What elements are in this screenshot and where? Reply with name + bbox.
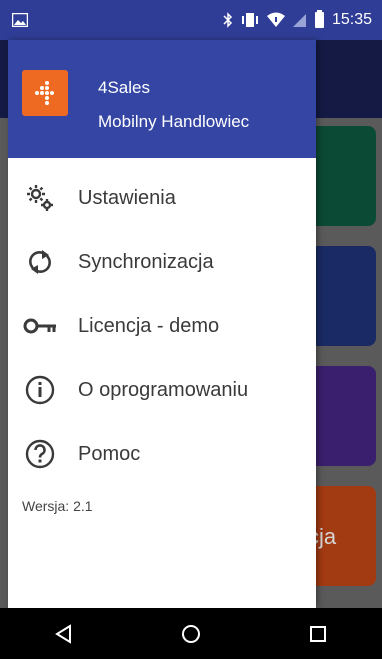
menu-item-sync[interactable]: Synchronizacja bbox=[8, 230, 316, 294]
sync-icon bbox=[22, 244, 58, 280]
signal-icon bbox=[292, 12, 307, 28]
recents-icon[interactable] bbox=[298, 614, 338, 654]
app-name: 4Sales bbox=[98, 78, 150, 97]
home-icon[interactable] bbox=[171, 614, 211, 654]
drawer-header: 4Sales Mobilny Handlowiec bbox=[8, 40, 316, 158]
menu-item-label: Licencja - demo bbox=[78, 314, 220, 337]
image-icon bbox=[10, 11, 30, 29]
system-navigation-bar bbox=[0, 608, 382, 659]
status-bar: 15:35 bbox=[0, 0, 382, 40]
vibrate-icon bbox=[241, 12, 259, 28]
drawer-menu: Ustawienia Synchronizacja Licencja - dem… bbox=[8, 166, 316, 486]
menu-item-label: Pomoc bbox=[78, 442, 141, 465]
gear-icon bbox=[22, 180, 58, 216]
bluetooth-icon bbox=[223, 12, 233, 28]
menu-item-license[interactable]: Licencja - demo bbox=[8, 294, 316, 358]
status-icons: 15:35 bbox=[223, 10, 372, 29]
key-icon bbox=[22, 308, 58, 344]
menu-item-label: Synchronizacja bbox=[78, 250, 214, 273]
version-label: Wersja: 2.1 bbox=[22, 498, 93, 514]
info-icon bbox=[22, 372, 58, 408]
menu-item-label: O oprogramowaniu bbox=[78, 378, 249, 401]
back-icon[interactable] bbox=[44, 614, 84, 654]
status-time: 15:35 bbox=[331, 11, 372, 28]
help-icon bbox=[22, 436, 58, 472]
menu-item-label: Ustawienia bbox=[78, 186, 176, 209]
wifi-icon bbox=[266, 12, 285, 28]
app-subtitle: Mobilny Handlowiec bbox=[98, 112, 250, 131]
menu-item-help[interactable]: Pomoc bbox=[8, 422, 316, 486]
background-tile[interactable] bbox=[306, 246, 376, 346]
menu-item-settings[interactable]: Ustawienia bbox=[8, 166, 316, 230]
app-logo-icon bbox=[22, 70, 68, 116]
background-tile[interactable] bbox=[306, 366, 376, 466]
battery-icon bbox=[314, 10, 324, 28]
background-tile[interactable] bbox=[306, 126, 376, 226]
menu-item-about[interactable]: O oprogramowaniu bbox=[8, 358, 316, 422]
navigation-drawer: 4Sales Mobilny Handlowiec Ustawienia Syn… bbox=[8, 40, 316, 608]
